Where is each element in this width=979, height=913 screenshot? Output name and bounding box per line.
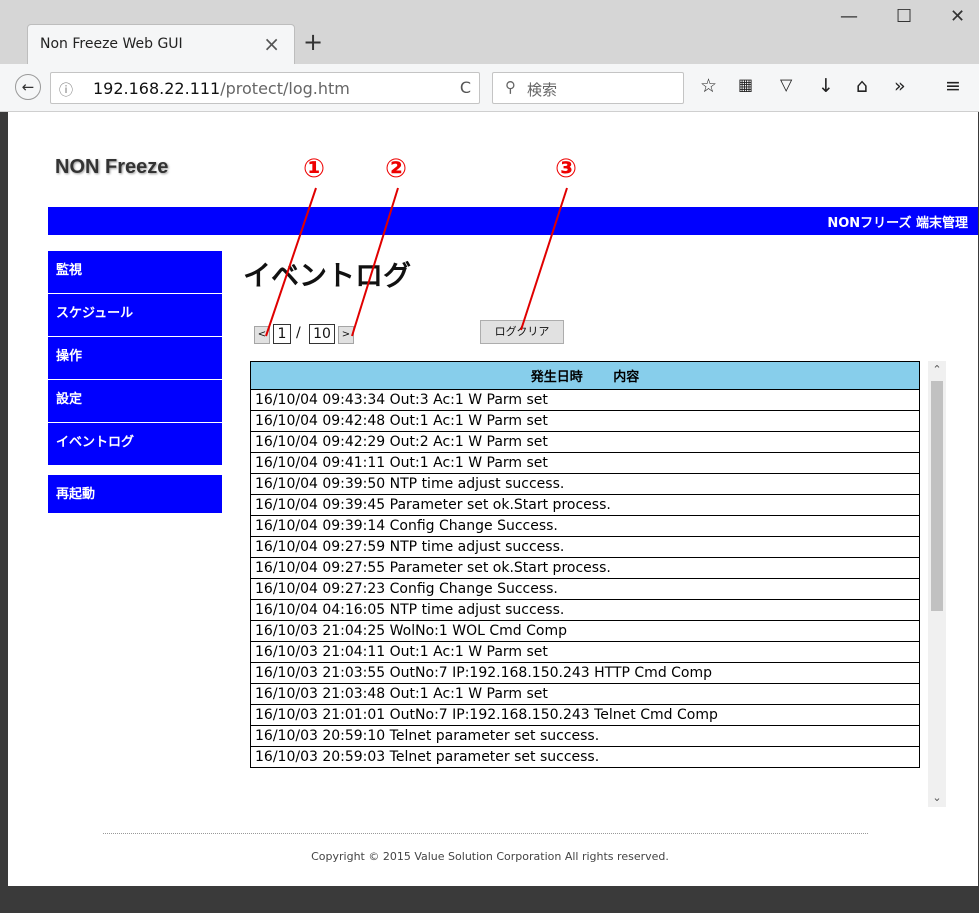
back-arrow-icon[interactable]: ← xyxy=(15,74,41,100)
log-row: 16/10/03 20:59:10 Telnet parameter set s… xyxy=(250,725,920,747)
scroll-up-icon[interactable]: ⌃ xyxy=(928,361,946,379)
log-entry: 16/10/04 09:41:11 Out:1 Ac:1 W Parm set xyxy=(250,452,920,474)
log-scrollbar[interactable]: ⌃ ⌄ xyxy=(928,361,946,807)
next-page-button[interactable]: > xyxy=(338,326,354,344)
reload-icon[interactable]: C xyxy=(460,78,471,97)
search-input[interactable]: ⚲ 検索 xyxy=(492,72,684,104)
log-entry: 16/10/03 20:59:10 Telnet parameter set s… xyxy=(250,725,920,747)
close-window-button[interactable]: ✕ xyxy=(950,6,965,27)
log-row: 16/10/04 09:27:23 Config Change Success. xyxy=(250,578,920,600)
scrollbar-thumb[interactable] xyxy=(931,381,943,611)
info-icon[interactable]: ⓘ xyxy=(59,80,73,100)
log-entry: 16/10/03 21:04:25 WolNo:1 WOL Cmd Comp xyxy=(250,620,920,642)
banner-text: NONフリーズ 端末管理 xyxy=(827,216,968,231)
scroll-down-icon[interactable]: ⌄ xyxy=(928,789,946,807)
new-tab-button[interactable]: + xyxy=(303,28,323,56)
current-page-input[interactable]: 1 xyxy=(273,324,291,344)
pocket-icon[interactable]: ▽ xyxy=(780,75,792,94)
sidebar-item-monitor[interactable]: 監視 xyxy=(48,251,222,293)
log-row: 16/10/04 09:39:45 Parameter set ok.Start… xyxy=(250,494,920,516)
log-row: 16/10/04 09:27:55 Parameter set ok.Start… xyxy=(250,557,920,579)
log-row: 16/10/04 09:43:34 Out:3 Ac:1 W Parm set xyxy=(250,389,920,411)
log-entry: 16/10/03 21:01:01 OutNo:7 IP:192.168.150… xyxy=(250,704,920,726)
log-row: 16/10/04 04:16:05 NTP time adjust succes… xyxy=(250,599,920,621)
overflow-chevron-icon[interactable]: » xyxy=(894,75,906,97)
home-icon[interactable]: ⌂ xyxy=(856,75,868,97)
log-entry: 16/10/04 09:27:59 NTP time adjust succes… xyxy=(250,536,920,558)
sidebar-item-settings[interactable]: 設定 xyxy=(48,380,222,422)
log-entry: 16/10/04 04:16:05 NTP time adjust succes… xyxy=(250,599,920,621)
sidebar-item-eventlog[interactable]: イベントログ xyxy=(48,423,222,465)
log-entry: 16/10/03 20:59:03 Telnet parameter set s… xyxy=(250,746,920,768)
log-row: 16/10/04 09:39:14 Config Change Success. xyxy=(250,515,920,537)
log-body: 16/10/04 09:43:34 Out:3 Ac:1 W Parm set 1… xyxy=(250,389,920,768)
header-banner: NONフリーズ 端末管理 xyxy=(48,207,978,235)
download-icon[interactable]: ↓ xyxy=(818,75,834,97)
log-entry: 16/10/03 21:04:11 Out:1 Ac:1 W Parm set xyxy=(250,641,920,663)
log-row: 16/10/04 09:27:59 NTP time adjust succes… xyxy=(250,536,920,558)
log-entry: 16/10/04 09:39:14 Config Change Success. xyxy=(250,515,920,537)
web-page: NON Freeze NONフリーズ 端末管理 監視 スケジュール 操作 設定 … xyxy=(8,112,978,886)
total-pages: 10 xyxy=(309,324,335,344)
log-entry: 16/10/04 09:27:55 Parameter set ok.Start… xyxy=(250,557,920,579)
sidebar-item-schedule[interactable]: スケジュール xyxy=(48,294,222,336)
browser-titlebar: Non Freeze Web GUI × + — ☐ ✕ xyxy=(0,0,979,64)
reader-view-icon[interactable]: ▦ xyxy=(738,75,753,94)
minimize-button[interactable]: — xyxy=(840,6,858,27)
address-bar[interactable]: ⓘ 192.168.22.111/protect/log.htm C xyxy=(50,72,480,104)
log-row: 16/10/03 21:03:55 OutNo:7 IP:192.168.150… xyxy=(250,662,920,684)
log-row: 16/10/03 21:04:11 Out:1 Ac:1 W Parm set xyxy=(250,641,920,663)
footer-divider xyxy=(103,833,868,834)
search-icon: ⚲ xyxy=(505,78,516,96)
log-entry: 16/10/04 09:39:45 Parameter set ok.Start… xyxy=(250,494,920,516)
search-placeholder: 検索 xyxy=(527,81,558,99)
url-host: 192.168.22.111 xyxy=(93,79,221,98)
tab-title: Non Freeze Web GUI xyxy=(40,36,183,52)
log-entry: 16/10/03 21:03:55 OutNo:7 IP:192.168.150… xyxy=(250,662,920,684)
page-separator: / xyxy=(296,325,301,341)
log-clear-button[interactable]: ログクリア xyxy=(480,320,564,344)
url-path: /protect/log.htm xyxy=(220,79,350,98)
log-entry: 16/10/03 21:03:48 Out:1 Ac:1 W Parm set xyxy=(250,683,920,705)
page-title: イベントログ xyxy=(243,259,412,292)
maximize-button[interactable]: ☐ xyxy=(896,6,912,27)
sidebar: 監視 スケジュール 操作 設定 イベントログ 再起動 xyxy=(48,251,222,514)
log-row: 16/10/03 21:01:01 OutNo:7 IP:192.168.150… xyxy=(250,704,920,726)
menu-icon[interactable]: ≡ xyxy=(945,75,961,97)
logo: NON Freeze xyxy=(55,156,169,178)
annotation-mark-3: ③ xyxy=(555,154,578,184)
annotation-mark-1: ① xyxy=(303,154,326,184)
browser-tab[interactable]: Non Freeze Web GUI × xyxy=(27,24,295,64)
log-entry: 16/10/04 09:43:34 Out:3 Ac:1 W Parm set xyxy=(250,389,920,411)
prev-page-button[interactable]: < xyxy=(254,326,270,344)
log-row: 16/10/04 09:42:48 Out:1 Ac:1 W Parm set xyxy=(250,410,920,432)
log-row: 16/10/04 09:42:29 Out:2 Ac:1 W Parm set xyxy=(250,431,920,453)
bookmark-star-icon[interactable]: ☆ xyxy=(700,75,717,97)
log-row: 16/10/03 21:03:48 Out:1 Ac:1 W Parm set xyxy=(250,683,920,705)
log-row: 16/10/04 09:41:11 Out:1 Ac:1 W Parm set xyxy=(250,452,920,474)
sidebar-item-operation[interactable]: 操作 xyxy=(48,337,222,379)
log-entry: 16/10/04 09:42:48 Out:1 Ac:1 W Parm set xyxy=(250,410,920,432)
annotation-mark-2: ② xyxy=(385,154,408,184)
copyright-text: Copyright © 2015 Value Solution Corporat… xyxy=(311,850,669,863)
log-row: 16/10/04 09:39:50 NTP time adjust succes… xyxy=(250,473,920,495)
sidebar-item-reboot[interactable]: 再起動 xyxy=(48,475,222,513)
log-entry: 16/10/04 09:27:23 Config Change Success. xyxy=(250,578,920,600)
log-entry: 16/10/04 09:42:29 Out:2 Ac:1 W Parm set xyxy=(250,431,920,453)
log-frame[interactable]: 発生日時 内容 16/10/04 09:43:34 Out:3 Ac:1 W P… xyxy=(250,361,946,807)
log-row: 16/10/03 21:04:25 WolNo:1 WOL Cmd Comp xyxy=(250,620,920,642)
log-table: 発生日時 内容 16/10/04 09:43:34 Out:3 Ac:1 W P… xyxy=(250,361,920,768)
tab-close-icon[interactable]: × xyxy=(263,32,280,56)
log-row: 16/10/03 20:59:03 Telnet parameter set s… xyxy=(250,746,920,768)
log-entry: 16/10/04 09:39:50 NTP time adjust succes… xyxy=(250,473,920,495)
log-header: 発生日時 内容 xyxy=(250,361,920,390)
url-text: 192.168.22.111/protect/log.htm xyxy=(93,79,350,98)
